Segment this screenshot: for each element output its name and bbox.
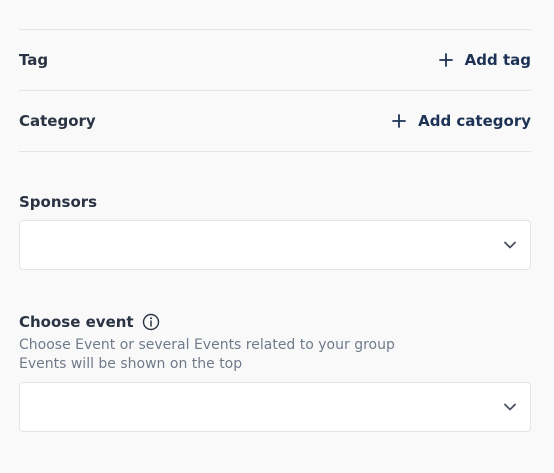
choose-event-help-line1: Choose Event or several Events related t… [19, 337, 395, 353]
add-tag-label: Add tag [464, 51, 531, 69]
top-spacer [19, 0, 531, 29]
sponsors-label: Sponsors [19, 192, 531, 212]
chevron-down-icon [504, 241, 516, 249]
choose-event-help-line2: Events will be shown on the top [19, 356, 243, 372]
choose-event-label-text: Choose event [19, 313, 134, 331]
plus-icon [392, 114, 407, 128]
sponsors-label-text: Sponsors [19, 193, 98, 211]
add-tag-button[interactable]: Add tag [438, 51, 531, 69]
event-group-settings-panel: Tag Add tag Category Add category Sponso… [19, 0, 531, 432]
add-category-button[interactable]: Add category [392, 112, 531, 130]
category-label: Category [19, 112, 96, 130]
sponsors-select[interactable] [19, 220, 531, 270]
choose-event-label: Choose event [19, 310, 531, 334]
chevron-down-icon [504, 403, 516, 411]
choose-event-help: Choose Event or several Events related t… [19, 336, 531, 374]
info-icon[interactable] [142, 313, 160, 331]
tag-label: Tag [19, 51, 49, 69]
category-row: Category Add category [19, 91, 531, 151]
tag-row: Tag Add tag [19, 30, 531, 90]
add-category-label: Add category [418, 112, 531, 130]
choose-event-select[interactable] [19, 382, 531, 432]
plus-icon [438, 53, 453, 67]
